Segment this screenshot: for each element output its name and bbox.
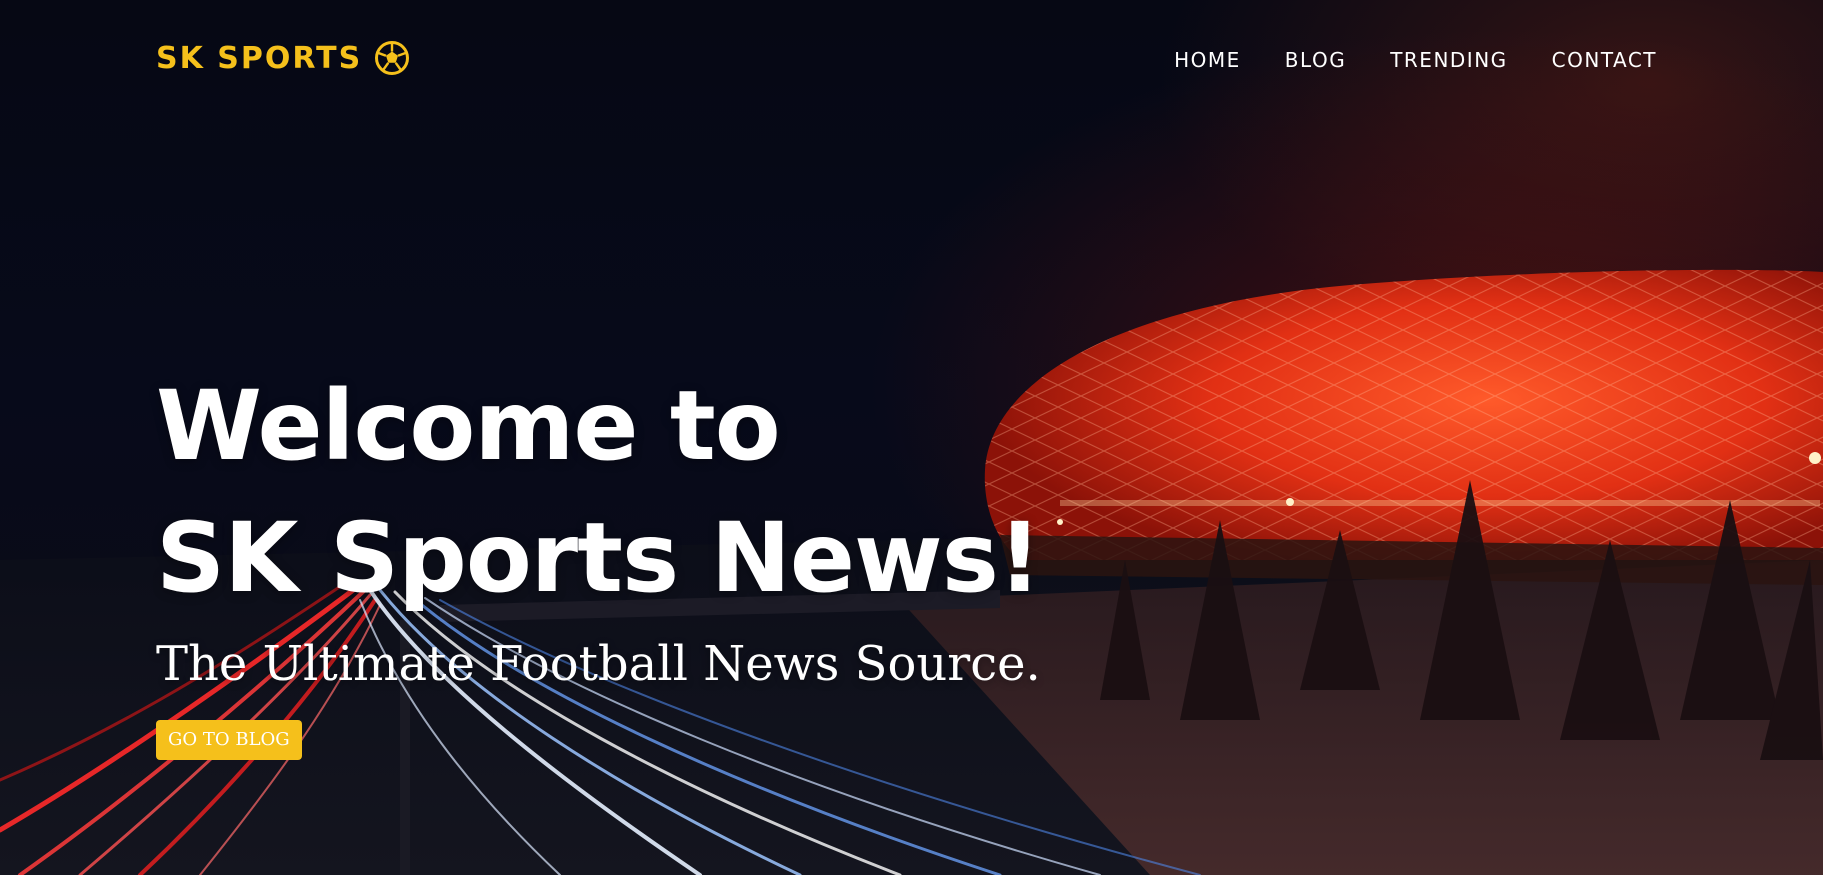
go-to-blog-button[interactable]: GO TO BLOG xyxy=(156,720,302,760)
hero-headline-line2: SK Sports News! xyxy=(156,502,1042,614)
nav-item-home[interactable]: HOME xyxy=(1174,48,1241,72)
hero-headline: Welcome to SK Sports News! xyxy=(156,360,1042,624)
brand-logo-link[interactable]: SK SPORTS xyxy=(156,40,410,76)
nav-item-trending[interactable]: TRENDING xyxy=(1390,48,1507,72)
site-header: SK SPORTS HOME BLOG TRENDING CONTACT xyxy=(0,0,1823,125)
main-nav: HOME BLOG TRENDING CONTACT xyxy=(1174,48,1657,72)
hero-tagline: The Ultimate Football News Source. xyxy=(156,636,1041,692)
hero-headline-line1: Welcome to xyxy=(156,370,781,482)
nav-item-blog[interactable]: BLOG xyxy=(1285,48,1346,72)
hero-content: Welcome to SK Sports News! The Ultimate … xyxy=(156,360,1042,760)
hero-section: SK SPORTS HOME BLOG TRENDING CONTACT Wel… xyxy=(0,0,1823,875)
brand-name: SK SPORTS xyxy=(156,40,363,76)
soccer-ball-icon xyxy=(374,40,410,76)
nav-item-contact[interactable]: CONTACT xyxy=(1552,48,1657,72)
